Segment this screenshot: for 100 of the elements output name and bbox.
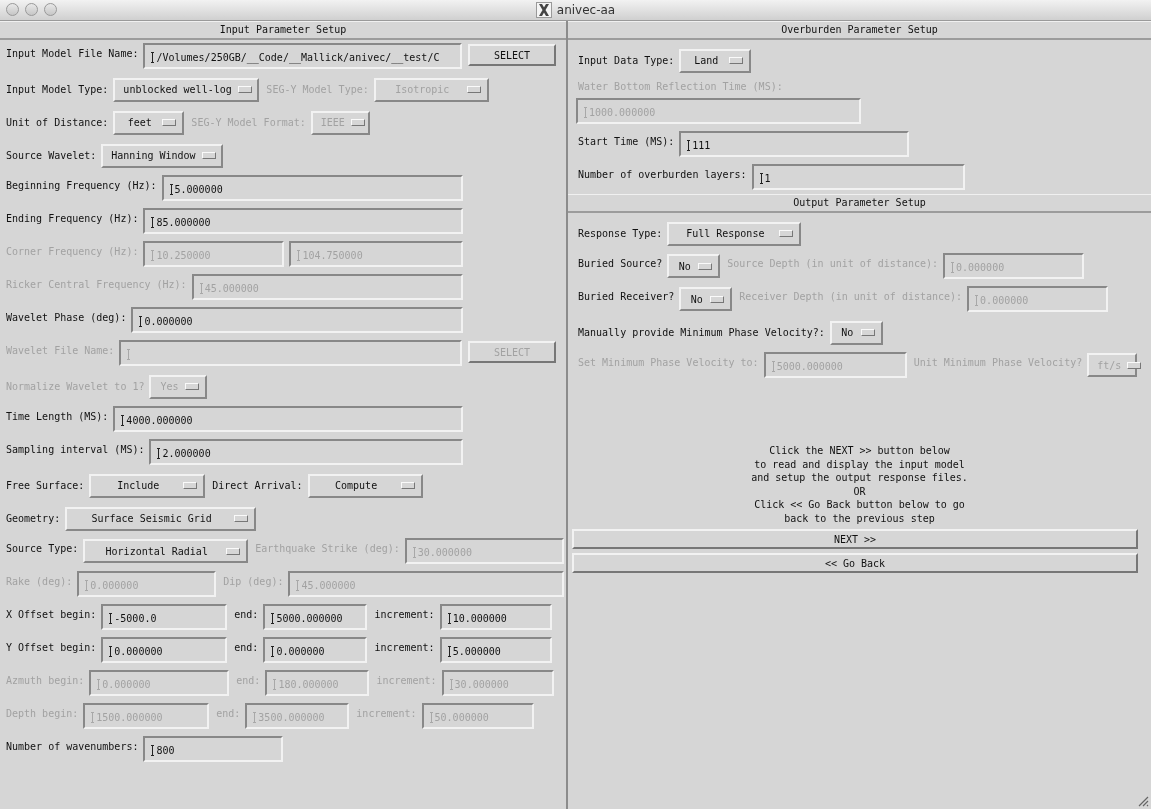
menu-indicator-icon [237,86,252,93]
menu-indicator-icon [698,262,713,270]
section-header: Overburden Parameter Setup [568,21,1151,40]
field-label: Free Surface: [5,480,85,491]
window-title: anivec-aa [556,3,616,17]
text-cursor-icon [169,184,173,195]
text-cursor-icon [429,712,433,723]
field-label: Geometry: [5,513,61,524]
text-cursor-icon [449,679,453,690]
text-cursor-icon [759,173,763,184]
field-label: Source Wavelet: [5,150,97,161]
menu-indicator-icon [779,230,794,237]
text-cursor-icon [121,415,125,426]
field-label: Unit of Distance: [5,117,109,128]
text-cursor-icon [253,712,257,723]
text-cursor-icon [151,250,155,261]
menu-indicator-icon [729,57,744,64]
input-field[interactable]: 0.000000 [131,307,463,333]
nav-button[interactable]: NEXT >> [572,529,1138,549]
text-cursor-icon [687,140,691,151]
input-field[interactable]: 5000.000000 [263,604,368,630]
field-label: Direct Arrival: [211,480,303,491]
text-cursor-icon [951,262,954,273]
option-menu[interactable]: Land [679,48,752,73]
text-cursor-icon [109,646,113,657]
field-label: Ending Frequency (Hz): [5,212,139,224]
input-field[interactable]: 85.000000 [143,208,463,234]
menu-indicator-icon [162,119,177,126]
field-label: end: [233,608,259,620]
text-cursor-icon [975,295,979,306]
field-label: Number of overburden layers: [577,168,747,180]
section-header: Output Parameter Setup [568,194,1151,213]
option-menu[interactable]: No [679,287,733,311]
option-menu[interactable]: No [829,320,883,345]
text-cursor-icon [97,679,101,690]
option-menu[interactable]: Horizontal Radial [83,539,249,563]
field-label: Start Time (MS): [577,135,675,147]
menu-indicator-icon [183,482,198,489]
field-label: Sampling interval (MS): [5,443,145,455]
resize-grip-icon [1137,795,1149,807]
text-cursor-icon [127,349,131,360]
option-menu[interactable]: Surface Seismic Grid [65,506,257,531]
text-cursor-icon [296,580,300,591]
menu-indicator-icon [226,547,241,555]
input-field[interactable]: 800 [143,736,284,762]
text-cursor-icon [151,745,155,756]
field-label: Manually provide Minimum Phase Velocity?: [577,327,825,338]
field-label: Buried Source? [577,257,663,269]
field-label: Y Offset begin: [5,641,97,653]
input-field[interactable]: 1 [751,164,965,190]
menu-indicator-icon [234,515,249,522]
menu-indicator-icon [201,152,216,159]
window-control-button[interactable] [6,3,19,16]
text-cursor-icon [584,107,587,118]
section-header: Input Parameter Setup [0,21,566,40]
input-field[interactable]: 2.000000 [149,439,463,465]
text-cursor-icon [199,283,203,294]
nav-button[interactable]: << Go Back [572,553,1138,573]
option-menu[interactable]: Full Response [667,221,802,246]
menu-indicator-icon [710,295,725,303]
input-field[interactable]: 5.000000 [439,637,552,663]
menu-indicator-icon [466,86,481,93]
input-field[interactable]: 4000.000000 [113,406,463,432]
option-menu[interactable]: Compute [307,473,423,498]
menu-indicator-icon [185,383,200,390]
text-cursor-icon [297,250,301,261]
text-cursor-icon [271,646,275,657]
text-cursor-icon [91,712,95,723]
field-label: Input Data Type: [577,55,675,66]
field-label: end: [233,641,259,653]
text-cursor-icon [271,613,275,624]
field-label: Input Model File Name: [5,47,139,59]
window-control-button[interactable] [44,3,57,16]
text-cursor-icon [85,580,89,591]
input-field[interactable]: -5000.0 [101,604,228,630]
input-field[interactable]: 0.000000 [101,637,228,663]
menu-indicator-icon [400,482,415,489]
option-menu[interactable]: Hanning Window [101,143,224,168]
text-cursor-icon [151,52,155,63]
field-label: Buried Receiver? [577,290,675,302]
field-label: increment: [373,641,435,653]
input-field[interactable]: /Volumes/250GB/__Code/__Mallick/anivec/__test/C [143,43,462,69]
option-menu[interactable]: unblocked well-log [113,77,260,102]
input-field[interactable]: 111 [679,131,910,157]
field-label: Response Type: [577,228,663,239]
option-menu[interactable]: feet [113,110,185,135]
field-label: Number of wavenumbers: [5,740,139,752]
text-cursor-icon [151,217,155,228]
menu-indicator-icon [350,119,365,126]
text-cursor-icon [273,679,277,690]
field-label: Input Model Type: [5,84,109,95]
input-field[interactable]: 10.000000 [439,604,552,630]
text-cursor-icon [109,613,113,624]
window-control-button[interactable] [25,3,38,16]
text-cursor-icon [771,361,775,372]
select-button[interactable]: SELECT [468,44,556,66]
input-field[interactable]: 0.000000 [263,637,368,663]
option-menu[interactable]: No [667,254,721,278]
option-menu[interactable]: Include [89,473,206,498]
input-field[interactable]: 5.000000 [161,175,463,201]
